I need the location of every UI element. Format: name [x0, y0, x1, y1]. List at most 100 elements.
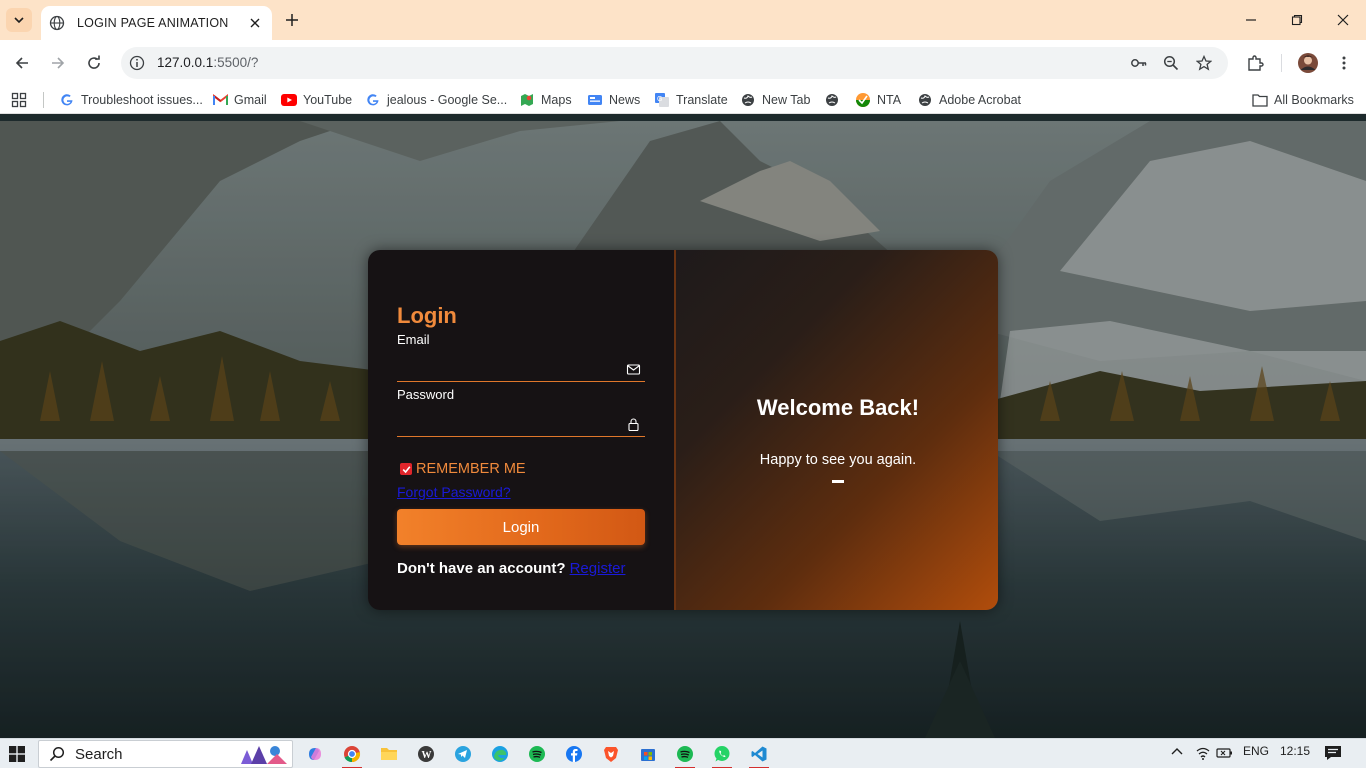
- email-field[interactable]: [397, 360, 645, 382]
- whatsapp-icon: [714, 746, 730, 762]
- globe-icon: [824, 92, 840, 108]
- bookmark-label: YouTube: [303, 93, 353, 107]
- wordpress-icon: W: [418, 746, 434, 762]
- notifications-button[interactable]: [1324, 745, 1342, 764]
- reload-icon: [88, 55, 100, 69]
- profile-avatar[interactable]: [1296, 51, 1320, 75]
- bookmark-troubleshoot[interactable]: Troubleshoot issues...: [59, 91, 203, 109]
- zoom-icon[interactable]: [1162, 54, 1180, 72]
- extensions-button[interactable]: [1243, 51, 1267, 75]
- lock-icon: [628, 418, 639, 432]
- url-path: :5500/?: [213, 55, 259, 70]
- site-info-icon[interactable]: [129, 55, 145, 71]
- email-label: Email: [397, 332, 430, 347]
- store-icon: [641, 749, 655, 761]
- show-hidden-icons-button[interactable]: [1170, 745, 1184, 762]
- bookmark-label: News: [609, 93, 641, 107]
- register-prompt-text: Don't have an account?: [397, 560, 566, 577]
- bookmark-news[interactable]: News: [587, 91, 640, 109]
- taskbar-facebook[interactable]: [561, 742, 587, 766]
- taskbar-search-box[interactable]: Search: [38, 740, 293, 768]
- new-tab-button[interactable]: [281, 9, 303, 31]
- tab-search-button[interactable]: [6, 8, 32, 32]
- register-link[interactable]: Register: [570, 560, 626, 577]
- welcome-subtext: Happy to see you again.: [759, 452, 917, 468]
- more-vertical-icon: [1342, 56, 1346, 70]
- youtube-icon: [281, 92, 297, 108]
- folder-icon: [1252, 92, 1268, 108]
- toolbar-divider: [1281, 54, 1282, 72]
- bookmark-maps[interactable]: Maps: [519, 91, 572, 109]
- translate-icon: G: [654, 92, 670, 108]
- close-tab-icon[interactable]: [246, 14, 264, 32]
- globe-icon: [740, 92, 756, 108]
- telegram-icon: [455, 746, 471, 762]
- taskbar-brave[interactable]: [598, 742, 624, 766]
- close-window-button[interactable]: [1331, 8, 1355, 32]
- taskbar-microsoft-store[interactable]: [635, 742, 661, 766]
- bookmark-label: Troubleshoot issues...: [81, 93, 203, 107]
- login-button[interactable]: Login: [397, 509, 645, 545]
- taskbar-spotify[interactable]: [524, 742, 550, 766]
- bookmark-gmail[interactable]: Gmail: [212, 91, 267, 109]
- taskbar-vscode[interactable]: [746, 742, 772, 768]
- svg-text:W: W: [422, 750, 432, 761]
- language-indicator[interactable]: ENG: [1243, 744, 1269, 758]
- taskbar-telegram[interactable]: [450, 742, 476, 766]
- windows-taskbar: Search W ENG 12:15: [0, 738, 1366, 768]
- taskbar-file-explorer[interactable]: [376, 742, 402, 766]
- address-bar[interactable]: 127.0.0.1:5500/?: [121, 47, 1228, 79]
- battery-status[interactable]: [1216, 745, 1234, 764]
- bookmark-label: New Tab: [762, 93, 811, 107]
- minimize-button[interactable]: [1239, 8, 1263, 32]
- windows-start-icon[interactable]: [9, 746, 25, 762]
- taskbar-edge[interactable]: [487, 742, 513, 766]
- bookmark-label: Maps: [541, 93, 572, 107]
- bookmark-nta[interactable]: NTA: [855, 91, 901, 109]
- taskbar-whatsapp[interactable]: [709, 742, 735, 768]
- globe-icon: [917, 92, 933, 108]
- bookmark-new-tab[interactable]: New Tab: [740, 91, 810, 109]
- battery-icon: [1216, 748, 1232, 758]
- gmail-icon: [212, 92, 228, 108]
- active-tab[interactable]: LOGIN PAGE ANIMATION: [41, 6, 272, 40]
- bookmark-jealous[interactable]: jealous - Google Se...: [365, 91, 507, 109]
- clock[interactable]: 12:15: [1280, 744, 1310, 758]
- login-card: Login Email Password REMEMBER ME Forgot …: [368, 250, 998, 610]
- password-field[interactable]: [397, 415, 645, 437]
- arrow-right-icon: [52, 57, 65, 69]
- chevron-down-icon: [14, 17, 24, 24]
- apps-button[interactable]: [11, 91, 27, 109]
- reload-button[interactable]: [82, 51, 106, 75]
- bookmark-adobe-acrobat[interactable]: Adobe Acrobat: [917, 91, 1021, 109]
- all-bookmarks-button[interactable]: All Bookmarks: [1252, 91, 1354, 109]
- taskbar-spotify-2[interactable]: [672, 742, 698, 768]
- folder-icon: [381, 748, 397, 760]
- bookmark-star-icon[interactable]: [1195, 54, 1213, 72]
- bookmark-label: Adobe Acrobat: [939, 93, 1022, 107]
- vscode-icon: [751, 746, 767, 762]
- bookmark-youtube[interactable]: YouTube: [281, 91, 352, 109]
- bookmarks-divider: [43, 92, 44, 108]
- back-button[interactable]: [10, 51, 34, 75]
- remember-me-option[interactable]: REMEMBER ME: [400, 461, 526, 477]
- taskbar-copilot[interactable]: [302, 742, 328, 766]
- menu-button[interactable]: [1332, 51, 1356, 75]
- nta-icon: [855, 92, 871, 108]
- forgot-password-link[interactable]: Forgot Password?: [397, 484, 511, 500]
- google-icon: [365, 92, 381, 108]
- taskbar-chrome[interactable]: [339, 742, 365, 768]
- bookmark-label: jealous - Google Se...: [387, 93, 508, 107]
- brave-icon: [604, 747, 618, 762]
- bookmark-untitled[interactable]: [824, 91, 846, 109]
- wifi-status[interactable]: [1195, 745, 1211, 764]
- bookmark-translate[interactable]: G Translate: [654, 91, 728, 109]
- remember-me-checkbox[interactable]: [400, 463, 412, 475]
- password-key-icon[interactable]: [1130, 54, 1148, 72]
- news-icon: [587, 92, 603, 108]
- taskbar-wordpress[interactable]: W: [413, 742, 439, 766]
- login-form-panel: Login Email Password REMEMBER ME Forgot …: [368, 250, 674, 610]
- restore-button[interactable]: [1285, 8, 1309, 32]
- forward-button[interactable]: [46, 51, 70, 75]
- text-cursor-dash: [832, 480, 844, 483]
